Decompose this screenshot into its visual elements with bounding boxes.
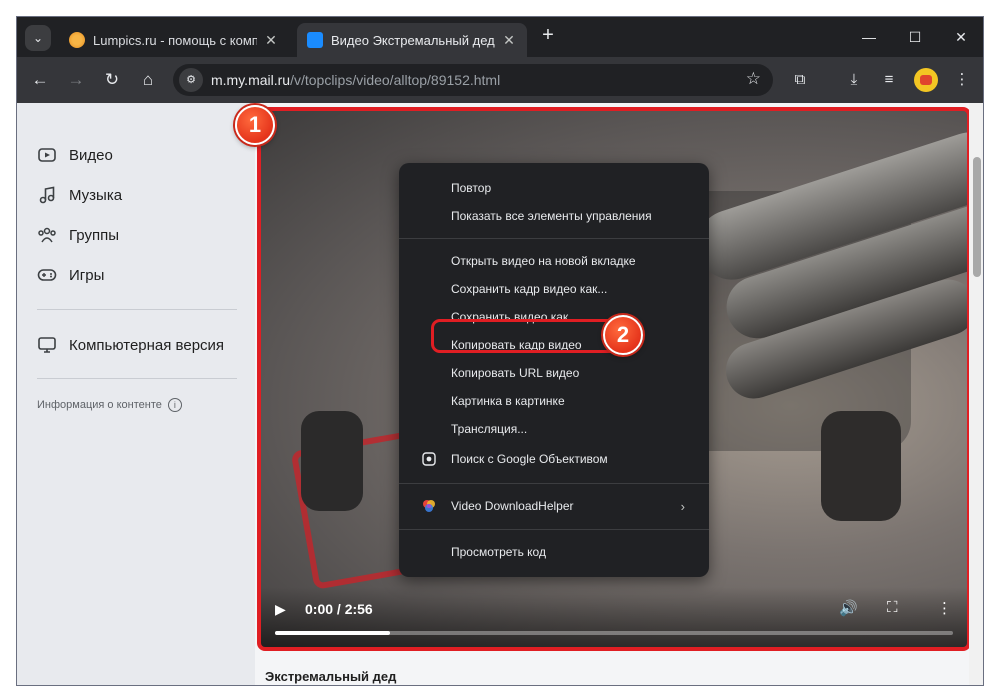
video-title: Экстремальный дед [265, 669, 397, 684]
url-path: /v/topclips/video/alltop/89152.html [290, 72, 501, 88]
lumpics-favicon-icon [69, 32, 85, 48]
volume-icon[interactable]: 🔊 [839, 599, 858, 617]
close-window-button[interactable]: ✕ [947, 25, 975, 49]
sidebar-divider [37, 378, 237, 379]
sidebar-item-label: Видео [69, 146, 113, 164]
bookmark-star-icon[interactable]: ☆ [746, 69, 761, 89]
tab-lumpics[interactable]: Lumpics.ru - помощь с компь ✕ [59, 23, 289, 57]
sidebar-item-label: Компьютерная версия [69, 336, 225, 354]
home-button[interactable]: ⌂ [137, 69, 159, 91]
menu-item-label: Открыть видео на новой вкладке [451, 254, 636, 268]
profile-picture [920, 75, 932, 85]
minimize-button[interactable]: — [855, 25, 883, 49]
video-time: 0:00 / 2:56 [305, 601, 373, 617]
menu-item-cast[interactable]: Трансляция... [399, 416, 709, 442]
monitor-icon [37, 335, 57, 355]
tab-search-button[interactable]: ⌄ [25, 25, 51, 51]
sidebar-item-games[interactable]: Игры [37, 263, 104, 287]
menu-item-inspect[interactable]: Просмотреть код [399, 539, 709, 565]
scrollbar-thumb[interactable] [973, 157, 981, 277]
mail-video-favicon-icon [307, 32, 323, 48]
menu-item-label: Картинка в картинке [451, 394, 565, 408]
address-bar[interactable]: ⚙ m.my.mail.ru/v/topclips/video/alltop/8… [173, 64, 773, 96]
new-tab-button[interactable]: + [537, 25, 559, 47]
menu-item-label: Показать все элементы управления [451, 209, 652, 223]
maximize-button[interactable]: ☐ [901, 25, 929, 49]
media-controls-icon[interactable]: ≡ [878, 69, 900, 91]
menu-item-save-frame-as[interactable]: Сохранить кадр видео как... [399, 276, 709, 302]
forward-button[interactable]: → [65, 69, 87, 91]
tab-video[interactable]: Видео Экстремальный дед, — ✕ [297, 23, 527, 57]
tab-title: Видео Экстремальный дед, — [331, 32, 495, 48]
extensions-icon[interactable]: ⧉ [789, 69, 811, 91]
menu-item-copy-frame[interactable]: Копировать кадр видео [399, 332, 709, 358]
menu-item-label: Поиск с Google Объективом [451, 452, 608, 466]
sidebar-item-label: Группы [69, 226, 119, 244]
menu-separator [399, 529, 709, 530]
fullscreen-icon[interactable]: ⛶ [887, 599, 898, 616]
content-info-label: Информация о контенте [37, 399, 162, 411]
menu-item-loop[interactable]: Повтор [399, 175, 709, 201]
menu-item-label: Трансляция... [451, 422, 528, 436]
menu-item-video-downloadhelper[interactable]: Video DownloadHelper › [399, 493, 709, 519]
sidebar-item-video[interactable]: Видео [37, 143, 113, 167]
profile-avatar[interactable] [914, 68, 938, 92]
info-icon: i [167, 398, 182, 412]
page-scrollbar[interactable] [969, 103, 983, 685]
sidebar-item-label: Игры [69, 266, 105, 284]
menu-item-label: Копировать URL видео [451, 366, 580, 380]
menu-item-label: Video DownloadHelper [451, 499, 574, 513]
sidebar-item-label: Музыка [69, 186, 123, 204]
video-icon [37, 145, 57, 165]
url-host: m.my.mail.ru [211, 72, 291, 88]
sidebar-item-music[interactable]: Музыка [37, 183, 122, 207]
progress-fill [275, 631, 391, 635]
sidebar-divider [37, 309, 237, 310]
video-kart-wheel [301, 411, 363, 511]
menu-item-label: Повтор [451, 181, 492, 195]
content-info-link[interactable]: Информация о контенте i [37, 398, 182, 412]
step-badge-2: 2 [603, 315, 643, 355]
menu-item-google-lens[interactable]: Поиск с Google Объективом [399, 446, 709, 472]
reload-button[interactable]: ↻ [101, 69, 123, 91]
menu-item-open-video-new-tab[interactable]: Открыть видео на новой вкладке [399, 248, 709, 274]
sidebar-item-desktop-version[interactable]: Компьютерная версия [37, 333, 224, 357]
menu-item-label: Просмотреть код [451, 545, 546, 559]
menu-item-picture-in-picture[interactable]: Картинка в картинке [399, 388, 709, 414]
gamepad-icon [37, 265, 57, 285]
music-icon [37, 185, 57, 205]
menu-item-label: Копировать кадр видео [451, 338, 582, 352]
menu-item-label: Сохранить видео как... [451, 310, 579, 324]
tab-bar: ⌄ Lumpics.ru - помощь с компь ✕ Видео Эк… [17, 17, 983, 57]
menu-item-label: Сохранить кадр видео как... [451, 282, 608, 296]
tab-close-icon[interactable]: ✕ [501, 32, 517, 49]
play-icon[interactable]: ▶ [275, 601, 286, 618]
menu-item-save-video-as[interactable]: Сохранить видео как... [399, 304, 709, 330]
submenu-arrow-icon: › [680, 498, 685, 514]
groups-icon [37, 225, 57, 245]
menu-item-show-controls[interactable]: Показать все элементы управления [399, 203, 709, 229]
tab-title: Lumpics.ru - помощь с компь [93, 32, 257, 48]
google-lens-icon [421, 451, 437, 467]
address-url[interactable]: m.my.mail.ru/v/topclips/video/alltop/891… [211, 72, 500, 88]
sidebar-item-groups[interactable]: Группы [37, 223, 119, 247]
menu-item-copy-video-url[interactable]: Копировать URL видео [399, 360, 709, 386]
sidebar: Видео Музыка Группы Игры Компьютерная ве… [17, 103, 255, 685]
site-info-icon[interactable]: ⚙ [179, 68, 203, 92]
browser-toolbar: ← → ↻ ⌂ ⚙ m.my.mail.ru/v/topclips/video/… [17, 57, 983, 103]
video-progress-bar[interactable] [275, 631, 953, 635]
downloadhelper-icon [421, 498, 437, 514]
back-button[interactable]: ← [29, 69, 51, 91]
browser-menu-icon[interactable]: ⋮ [951, 69, 973, 91]
menu-separator [399, 238, 709, 239]
video-controls: ▶ 0:00 / 2:56 🔊 ⛶ ⋮ [261, 587, 967, 647]
downloads-icon[interactable]: ⤓ [843, 69, 865, 91]
step-badge-1: 1 [235, 105, 275, 145]
tab-close-icon[interactable]: ✕ [263, 32, 279, 49]
more-options-icon[interactable]: ⋮ [937, 599, 952, 617]
context-menu: Повтор Показать все элементы управления … [399, 163, 709, 577]
video-kart-wheel [821, 411, 901, 521]
menu-separator [399, 483, 709, 484]
browser-window: ⌄ Lumpics.ru - помощь с компь ✕ Видео Эк… [16, 16, 984, 686]
